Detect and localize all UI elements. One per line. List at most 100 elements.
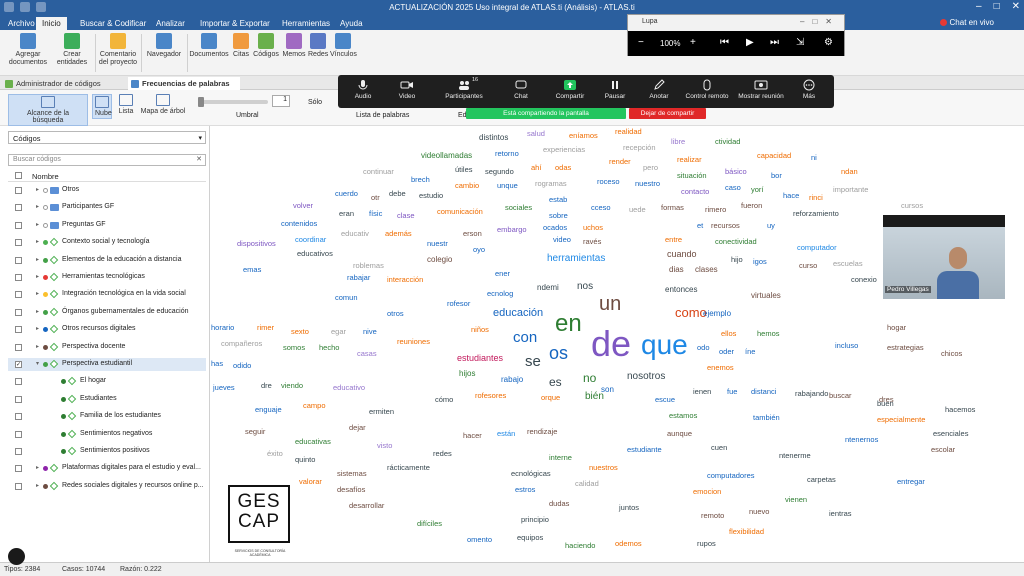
cloud-word[interactable]: nive <box>363 328 377 336</box>
cloud-word[interactable]: no <box>583 372 596 384</box>
cloud-word[interactable]: cursos <box>901 202 923 210</box>
cloud-word[interactable]: otros <box>387 310 404 318</box>
cloud-word[interactable]: rabajando <box>795 390 828 398</box>
cloud-word[interactable]: ndemi <box>537 284 559 292</box>
zoom-in-icon[interactable]: + <box>690 37 696 48</box>
cloud-word[interactable]: ni <box>811 154 817 162</box>
cloud-word[interactable]: estudiante <box>627 446 662 454</box>
cloud-word[interactable]: valorar <box>299 478 322 486</box>
cloud-word[interactable]: pero <box>643 164 658 172</box>
row-checkbox[interactable] <box>15 239 22 247</box>
cloud-word[interactable]: interacción <box>387 276 423 284</box>
cloud-word[interactable]: odido <box>233 362 251 370</box>
add-documents-button[interactable]: Agregar documentos <box>6 33 50 67</box>
expand-arrow-icon[interactable]: ▸ <box>36 308 39 315</box>
cloud-word[interactable]: virtuales <box>751 292 781 300</box>
cloud-word[interactable]: hogar <box>887 324 906 332</box>
cloud-word[interactable]: educativo <box>333 384 365 392</box>
documents-button[interactable]: Documentos <box>189 33 229 59</box>
cloud-word[interactable]: rimer <box>257 324 274 332</box>
cloud-word[interactable]: rupos <box>697 540 716 548</box>
row-checkbox[interactable] <box>15 378 22 386</box>
cloud-word[interactable]: vienen <box>785 496 807 504</box>
cloud-word[interactable]: especialmente <box>877 416 925 424</box>
tree-map-button[interactable]: Mapa de árbol <box>140 94 186 115</box>
cloud-word[interactable]: educativas <box>295 438 331 446</box>
threshold-slider[interactable] <box>198 97 268 107</box>
magnifier-window-controls[interactable]: –□✕ <box>800 17 840 26</box>
expand-arrow-icon[interactable]: ▸ <box>36 464 39 471</box>
cloud-word[interactable]: contenidos <box>281 220 317 228</box>
row-checkbox[interactable] <box>15 204 22 212</box>
cloud-word[interactable]: cuerdo <box>335 190 358 198</box>
cloud-word[interactable]: debe <box>389 190 406 198</box>
tree-row[interactable]: ▸ Órganos gubernamentales de educación <box>8 306 206 319</box>
cloud-word[interactable]: dias <box>669 266 684 274</box>
tree-row[interactable]: ▸ Integración tecnológica en la vida soci… <box>8 288 206 301</box>
cloud-word[interactable]: ejemplo <box>703 310 731 318</box>
cloud-word[interactable]: estrategias <box>887 344 924 352</box>
cloud-word[interactable]: fue <box>727 388 737 396</box>
cloud-word[interactable]: ellos <box>721 330 736 338</box>
record-indicator-icon[interactable] <box>8 548 25 565</box>
cloud-word[interactable]: interne <box>549 454 572 462</box>
cloud-word[interactable]: jueves <box>213 384 235 392</box>
cloud-word[interactable]: nuestros <box>589 464 618 472</box>
row-checkbox[interactable] <box>15 448 22 455</box>
tab-code-manager[interactable]: Administrador de códigos <box>2 77 126 90</box>
cloud-word[interactable]: seguir <box>245 428 265 436</box>
expand-arrow-icon[interactable]: ▸ <box>36 482 39 489</box>
cloud-word[interactable]: dejar <box>349 424 366 432</box>
cloud-word[interactable]: éxito <box>267 450 283 458</box>
cloud-word[interactable]: sistemas <box>337 470 367 478</box>
cloud-word[interactable]: rimero <box>705 206 726 214</box>
cloud-word[interactable]: ientras <box>829 510 852 518</box>
cloud-word[interactable]: rogramas <box>535 180 567 188</box>
cloud-word[interactable]: hacer <box>463 432 482 440</box>
navigator-button[interactable]: Navegador <box>144 33 184 59</box>
cloud-word[interactable]: experiencias <box>543 146 585 154</box>
cloud-word[interactable]: distanci <box>751 388 776 396</box>
cloud-word[interactable]: rofesores <box>475 392 506 400</box>
cloud-word[interactable]: nos <box>577 282 593 292</box>
cloud-word[interactable]: rabajo <box>501 376 523 384</box>
tree-row[interactable]: ▸ Herramientas tecnológicas <box>8 271 206 284</box>
cloud-word[interactable]: emas <box>243 266 261 274</box>
cloud-word[interactable]: además <box>385 230 412 238</box>
cloud-word[interactable]: redes <box>433 450 452 458</box>
search-codes-input[interactable]: Buscar códigos ✕ <box>8 154 206 166</box>
close-button[interactable]: ✕ <box>1012 1 1020 12</box>
cloud-word[interactable]: haciendo <box>565 542 595 550</box>
cloud-word[interactable]: os <box>549 344 568 362</box>
row-checkbox[interactable] <box>15 187 22 194</box>
entity-type-dropdown[interactable]: Códigos ▾ <box>8 131 206 144</box>
cloud-word[interactable]: rabajar <box>347 274 370 282</box>
cloud-word[interactable]: comun <box>335 294 358 302</box>
tab-analizar[interactable]: Analizar <box>150 17 191 30</box>
cloud-word[interactable]: también <box>753 414 780 422</box>
cloud-word[interactable]: conexio <box>851 276 877 284</box>
project-comment-button[interactable]: Comentario del proyecto <box>97 33 139 67</box>
cloud-word[interactable]: curso <box>799 262 817 270</box>
cloud-word[interactable]: dispositivos <box>237 240 276 248</box>
cloud-word[interactable]: somos <box>283 344 305 352</box>
live-chat-button[interactable]: Chat en vivo <box>939 18 994 27</box>
cloud-word[interactable]: educación <box>493 308 543 319</box>
tree-row[interactable]: ▸ Elementos de la educación a distancia <box>8 254 206 267</box>
tree-row[interactable]: ▸ Plataformas digitales para el estudio y… <box>8 462 206 475</box>
tab-inicio[interactable]: Inicio <box>36 17 67 30</box>
cloud-word[interactable]: continuar <box>363 168 394 176</box>
cloud-word[interactable]: ocados <box>543 224 567 232</box>
cloud-word[interactable]: eran <box>339 210 354 218</box>
cloud-word[interactable]: esenciales <box>933 430 968 438</box>
row-checkbox[interactable]: ✓ <box>15 361 22 368</box>
row-checkbox[interactable] <box>15 291 22 299</box>
cloud-word[interactable]: conectividad <box>715 238 757 246</box>
cloud-word[interactable]: escue <box>655 396 675 404</box>
cloud-word[interactable]: cuen <box>711 444 727 452</box>
cloud-word[interactable]: rácticamente <box>387 464 430 472</box>
cloud-word[interactable]: sobre <box>549 212 568 220</box>
cloud-word[interactable]: que <box>641 331 688 359</box>
cloud-word[interactable]: clases <box>695 266 718 274</box>
cloud-word[interactable]: fueron <box>741 202 762 210</box>
